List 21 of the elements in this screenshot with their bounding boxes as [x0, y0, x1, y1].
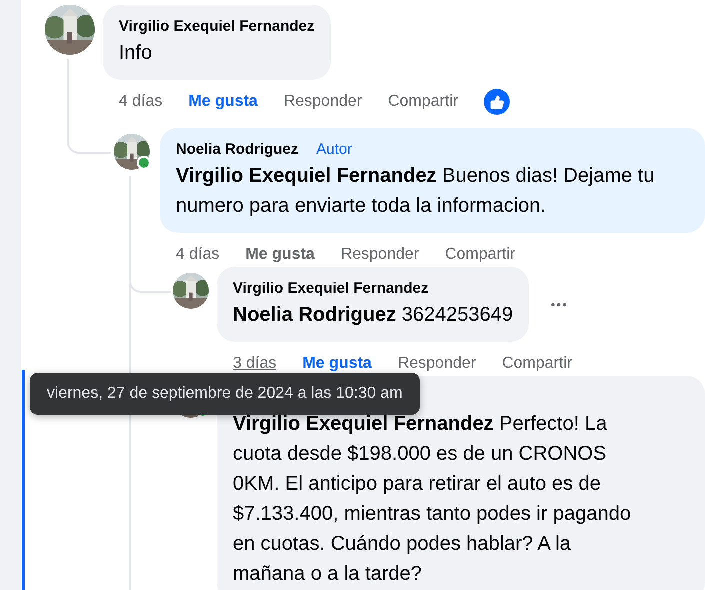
comment-text: Info — [119, 41, 154, 66]
share-link[interactable]: Compartir — [502, 355, 572, 373]
share-link[interactable]: Compartir — [445, 246, 516, 264]
author-label: Autor — [316, 141, 352, 158]
comment-text: Virgilio Exequiel Fernandez Buenos dias! Dejame tu numero para enviarte toda la informacion. — [176, 164, 656, 219]
share-link[interactable]: Compartir — [388, 93, 458, 111]
comment-time[interactable]: 4 días — [176, 246, 220, 264]
author-name[interactable]: Virgilio Exequiel Fernandez — [119, 16, 315, 38]
author-name[interactable]: Virgilio Exequiel Fernandez — [233, 278, 429, 300]
author-name[interactable]: Noelia Rodriguez — [176, 139, 299, 161]
like-link[interactable]: Me gusta — [246, 246, 315, 264]
comment-time[interactable]: 4 días — [119, 93, 163, 111]
comment-time[interactable]: 3 días — [233, 355, 277, 373]
like-link[interactable]: Me gusta — [188, 93, 258, 111]
like-link[interactable]: Me gusta — [302, 355, 372, 373]
timestamp-tooltip: viernes, 27 de septiembre de 2024 a las 10:30 am — [30, 373, 420, 415]
comment-text: Noelia Rodriguez 3624253649 — [233, 303, 514, 328]
reply-link[interactable]: Responder — [284, 93, 362, 111]
comment-text: Virgilio Exequiel Fernandez Perfecto! La cuota desde $198.000 es de un CRONOS 0KM. El anticipo para retirar el auto es de $7.133.400, mientras tanto podes ir pagando en cuotas. Cuándo podes hablar? A la mañana o a la tarde? — [233, 412, 632, 587]
reply-link[interactable]: Responder — [340, 246, 420, 264]
reply-link[interactable]: Responder — [398, 355, 476, 373]
